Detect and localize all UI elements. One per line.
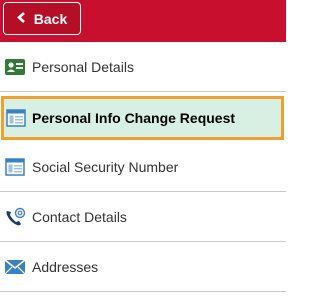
menu-item-social-security-number[interactable]: Social Security Number bbox=[0, 142, 286, 192]
menu-item-label: Social Security Number bbox=[32, 158, 179, 175]
side-menu: Personal Details Personal Info Change Re… bbox=[0, 42, 286, 292]
menu-item-label: Personal Details bbox=[32, 58, 134, 75]
menu-item-label: Contact Details bbox=[32, 208, 127, 225]
back-button-label: Back bbox=[33, 10, 68, 27]
chevron-left-icon bbox=[16, 12, 26, 25]
menu-item-addresses[interactable]: Addresses bbox=[0, 242, 286, 292]
window-form-icon bbox=[4, 156, 26, 178]
menu-item-personal-info-change-request[interactable]: Personal Info Change Request bbox=[1, 96, 284, 140]
menu-item-label: Addresses bbox=[32, 258, 99, 275]
window-form-icon bbox=[5, 107, 27, 129]
phone-at-icon bbox=[4, 206, 26, 228]
menu-item-label: Personal Info Change Request bbox=[32, 110, 236, 126]
menu-item-contact-details[interactable]: Contact Details bbox=[0, 192, 286, 242]
back-button[interactable]: Back bbox=[3, 2, 81, 35]
top-header: Back bbox=[0, 0, 286, 42]
menu-item-personal-details[interactable]: Personal Details bbox=[0, 42, 286, 92]
envelope-icon bbox=[4, 256, 26, 278]
id-card-icon bbox=[4, 56, 26, 78]
